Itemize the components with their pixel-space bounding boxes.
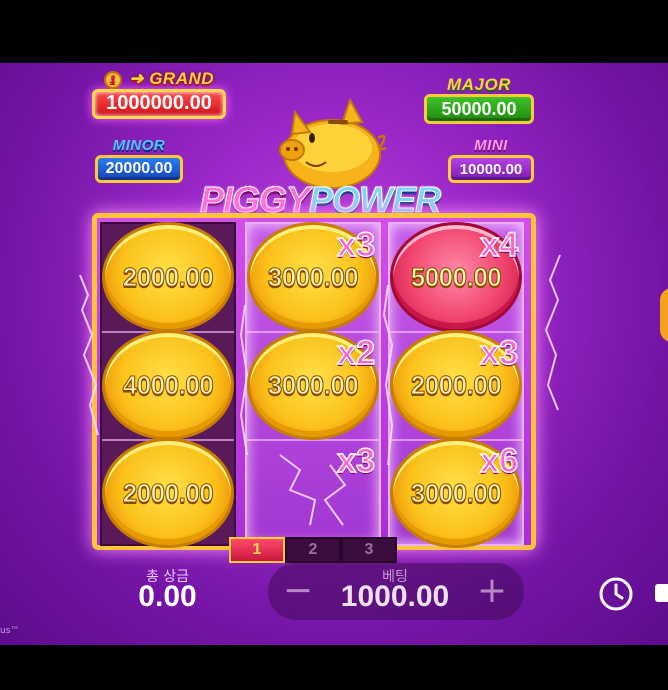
clock-icon[interactable] bbox=[598, 576, 634, 612]
grand-jackpot: 1 ➜ GRAND 1000000.00 bbox=[92, 70, 226, 119]
bottom-letterbox bbox=[0, 645, 668, 690]
menu-button[interactable] bbox=[655, 584, 668, 602]
mini-jackpot: MINI 10000.00 bbox=[448, 137, 534, 183]
grand-arrow-icon: ➜ bbox=[129, 69, 144, 88]
page-selector: 1 2 3 bbox=[229, 537, 397, 563]
page-tab-1[interactable]: 1 bbox=[229, 537, 285, 563]
bet-value: 1000.00 bbox=[340, 580, 450, 613]
grand-value: 1000000.00 bbox=[92, 88, 226, 119]
bet-increase-button[interactable]: + bbox=[472, 572, 512, 612]
mini-label: MINI bbox=[474, 137, 508, 154]
major-jackpot: MAJOR 50000.00 bbox=[424, 76, 534, 124]
minor-value: 20000.00 bbox=[95, 155, 183, 183]
minor-jackpot: MINOR 20000.00 bbox=[95, 137, 183, 183]
mini-value: 10000.00 bbox=[448, 155, 534, 183]
side-coin-decoration bbox=[660, 288, 668, 342]
piggy-mascot-icon bbox=[279, 97, 387, 189]
grand-label: GRAND bbox=[149, 69, 215, 88]
footer-brand-text: us™ bbox=[0, 626, 20, 636]
lightning-effect bbox=[79, 254, 561, 526]
bet-decrease-button[interactable]: − bbox=[278, 572, 318, 612]
page-tab-3[interactable]: 3 bbox=[341, 537, 397, 563]
total-win-value: 0.00 bbox=[138, 580, 197, 613]
major-value: 50000.00 bbox=[424, 94, 534, 124]
minor-label: MINOR bbox=[112, 137, 166, 154]
grand-coin-icon: 1 bbox=[103, 70, 122, 89]
top-letterbox bbox=[0, 0, 668, 63]
major-label: MAJOR bbox=[447, 75, 511, 94]
page-tab-2[interactable]: 2 bbox=[285, 537, 341, 563]
